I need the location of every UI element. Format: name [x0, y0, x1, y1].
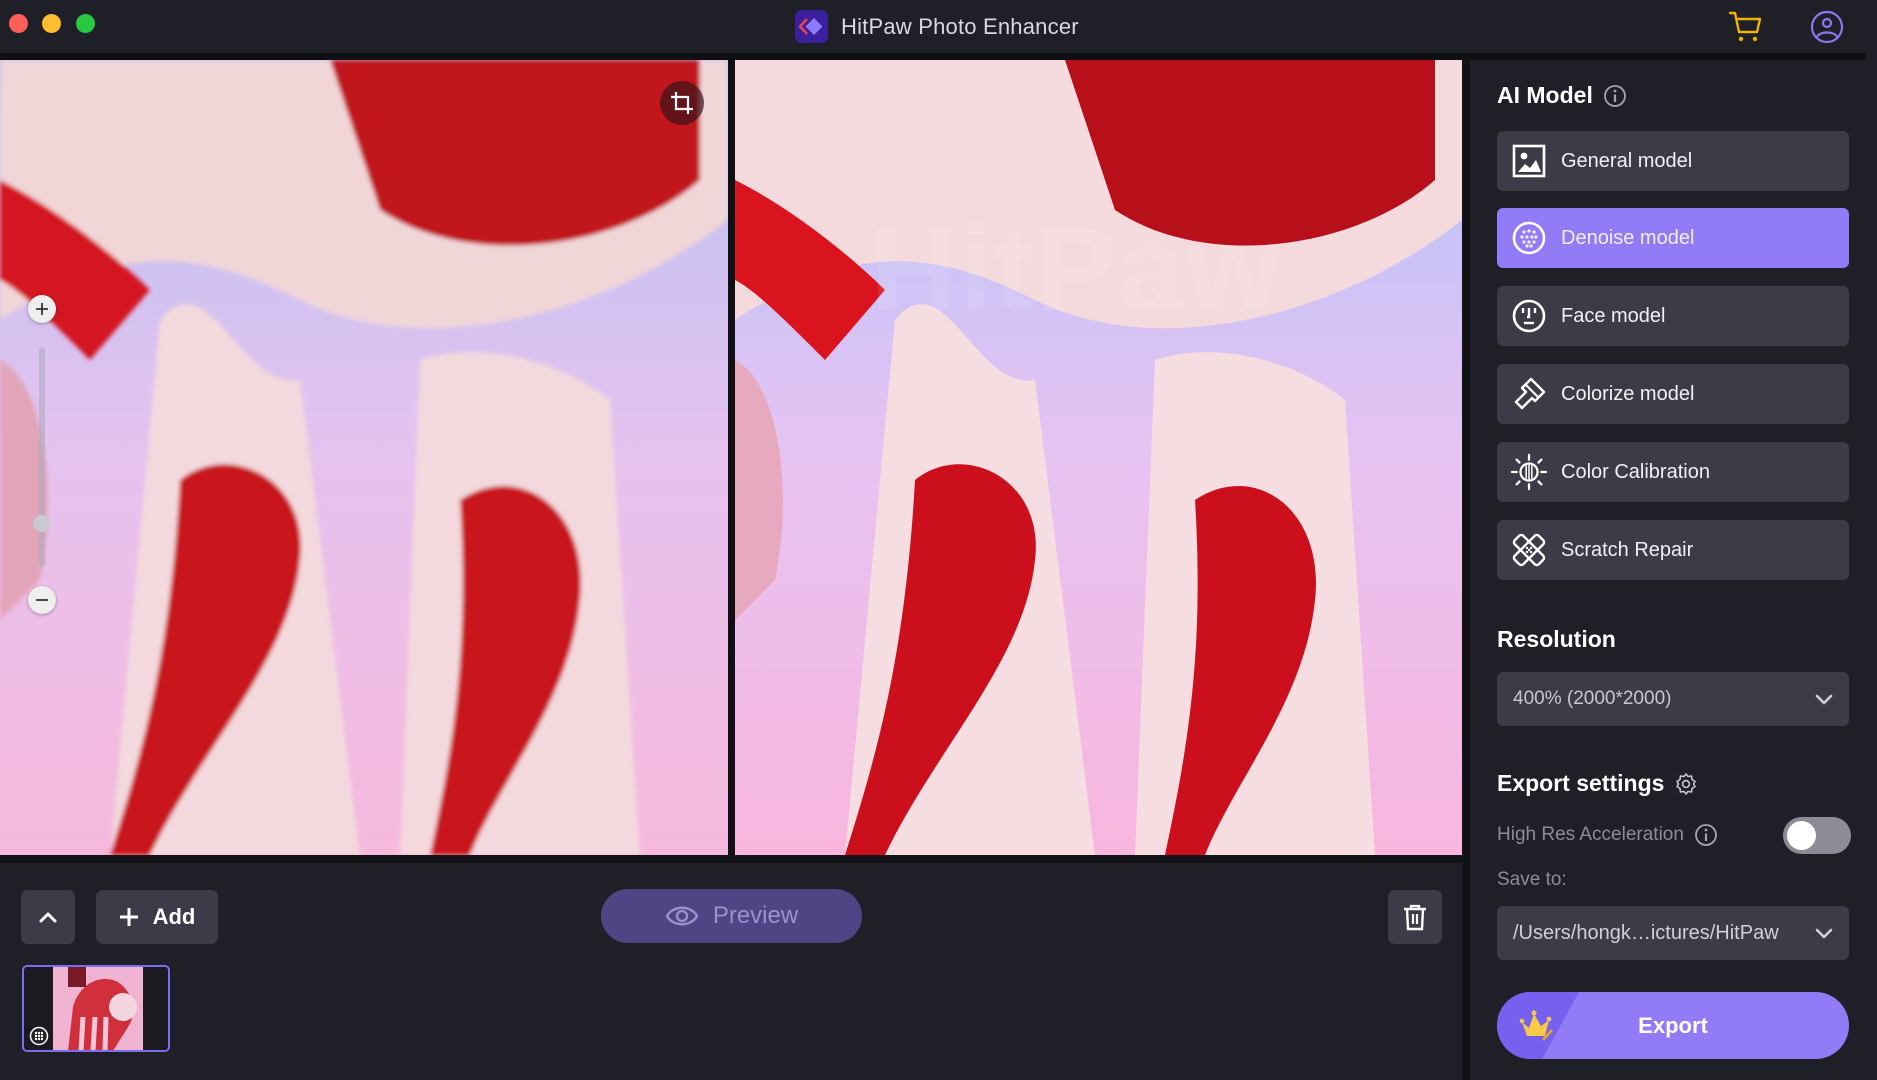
chevron-down-icon	[1815, 694, 1833, 705]
high-res-acceleration-toggle[interactable]	[1783, 817, 1851, 854]
model-color-calibration[interactable]: Color Calibration	[1497, 442, 1849, 502]
gear-icon[interactable]	[1674, 772, 1698, 796]
minus-icon	[36, 599, 48, 601]
user-circle-icon[interactable]	[1810, 10, 1844, 44]
denoise-icon	[1511, 220, 1547, 256]
original-image	[0, 60, 728, 855]
plus-icon	[119, 908, 138, 926]
title-bar: HitPaw Photo Enhancer	[0, 0, 1877, 53]
trash-icon	[1404, 904, 1426, 931]
resolution-dropdown[interactable]: 400% (2000*2000)	[1497, 672, 1849, 726]
export-button[interactable]: Export	[1497, 992, 1849, 1059]
save-path-dropdown[interactable]: /Users/hongk…ictures/HitPaw	[1497, 906, 1849, 960]
enhanced-image	[735, 60, 1462, 855]
window-maximize-button[interactable]	[76, 14, 95, 33]
export-settings-heading: Export settings	[1497, 770, 1698, 797]
brightness-icon	[1511, 453, 1547, 491]
preview-button-label: Preview	[712, 902, 799, 929]
preview-button[interactable]: Preview	[601, 889, 862, 943]
model-denoise[interactable]: Denoise model	[1497, 208, 1849, 268]
ai-model-title: AI Model	[1497, 82, 1593, 108]
window-close-button[interactable]	[9, 14, 28, 33]
zoom-in-button[interactable]	[28, 295, 56, 323]
high-res-acceleration-label: High Res Acceleration	[1497, 823, 1718, 847]
bandage-icon	[1511, 532, 1547, 568]
eye-icon	[665, 906, 699, 926]
model-colorize[interactable]: Colorize model	[1497, 364, 1849, 424]
model-face[interactable]: Face model	[1497, 286, 1849, 346]
resolution-value: 400% (2000*2000)	[1513, 688, 1672, 709]
plus-icon	[36, 303, 48, 315]
panel-divider	[1462, 60, 1470, 1080]
chevron-down-icon	[1815, 928, 1833, 939]
zoom-slider-track[interactable]	[39, 347, 45, 567]
high-res-label-text: High Res Acceleration	[1497, 824, 1684, 845]
toggle-knob	[1787, 821, 1816, 850]
cart-icon[interactable]	[1728, 10, 1764, 44]
model-scratch-repair[interactable]: Scratch Repair	[1497, 520, 1849, 580]
delete-button[interactable]	[1388, 890, 1442, 944]
paint-brush-icon	[1511, 376, 1547, 412]
original-image-panel[interactable]	[0, 60, 728, 855]
image-divider[interactable]	[728, 60, 735, 855]
model-label: Scratch Repair	[1561, 538, 1694, 561]
model-label: Denoise model	[1561, 226, 1695, 249]
model-label: Color Calibration	[1561, 460, 1710, 483]
image-icon	[1511, 143, 1547, 179]
zoom-out-button[interactable]	[28, 586, 56, 614]
window-minimize-button[interactable]	[42, 14, 61, 33]
zoom-slider-thumb[interactable]	[33, 515, 50, 532]
thumbnail-image	[53, 967, 143, 1050]
app-logo-icon	[795, 10, 828, 43]
enhanced-image-panel[interactable]	[735, 60, 1462, 855]
app-title: HitPaw Photo Enhancer	[841, 14, 1079, 39]
export-button-label: Export	[1638, 1012, 1708, 1038]
export-settings-title: Export settings	[1497, 770, 1665, 796]
denoise-icon	[29, 1026, 49, 1046]
model-label: General model	[1561, 149, 1693, 172]
ai-model-heading: AI Model	[1497, 82, 1627, 109]
save-path-value: /Users/hongk…ictures/HitPaw	[1513, 921, 1779, 944]
settings-panel: AI Model General model Denoise model Fac…	[1470, 60, 1877, 1080]
model-label: Face model	[1561, 304, 1666, 327]
crown-icon	[1519, 1010, 1553, 1041]
info-icon[interactable]	[1603, 84, 1627, 108]
chevron-up-icon	[39, 912, 57, 923]
titlebar-divider	[0, 53, 1866, 60]
add-button-label: Add	[152, 904, 196, 929]
bottom-divider	[0, 855, 1462, 863]
crop-icon[interactable]	[660, 81, 704, 125]
image-thumbnail[interactable]	[22, 965, 170, 1052]
model-general[interactable]: General model	[1497, 131, 1849, 191]
collapse-button[interactable]	[21, 890, 75, 944]
add-button[interactable]: Add	[96, 890, 218, 944]
model-label: Colorize model	[1561, 382, 1695, 405]
face-icon	[1511, 298, 1547, 334]
resolution-heading: Resolution	[1497, 626, 1616, 652]
save-to-label: Save to:	[1497, 869, 1567, 890]
info-icon[interactable]	[1694, 823, 1718, 847]
